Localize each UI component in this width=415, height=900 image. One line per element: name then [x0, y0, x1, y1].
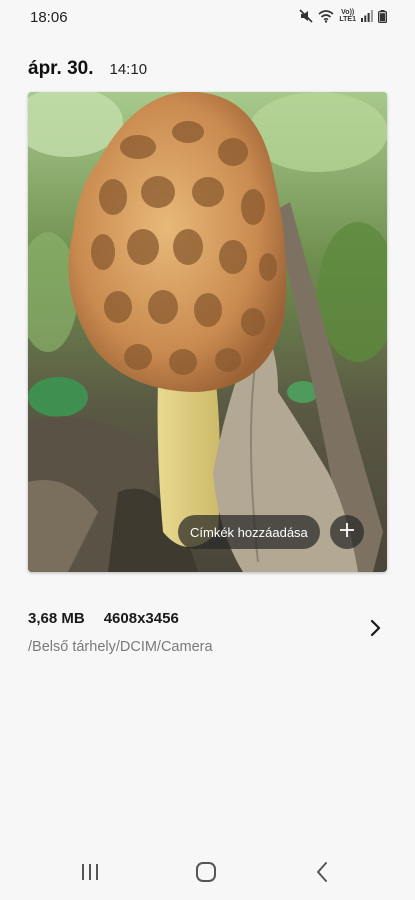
file-meta-row: 3,68 MB 4608x3456 — [28, 610, 388, 627]
status-bar: 18:06 Vo)) LTE1 — [0, 0, 415, 36]
network-label: Vo)) LTE1 — [339, 9, 356, 23]
file-resolution: 4608x3456 — [103, 610, 179, 627]
back-button[interactable] — [307, 858, 337, 886]
status-time: 18:06 — [30, 9, 68, 26]
photo-date: ápr. 30. — [28, 58, 94, 79]
file-info[interactable]: 3,68 MB 4608x3456 /Belső tárhely/DCIM/Ca… — [28, 610, 388, 655]
mute-icon — [299, 9, 313, 23]
photo-time: 14:10 — [109, 61, 148, 78]
add-tags-label: Címkék hozzáadása — [190, 524, 308, 540]
back-icon — [307, 862, 337, 890]
status-icons: Vo)) LTE1 — [299, 9, 387, 23]
navigation-bar — [0, 844, 415, 900]
add-tags-button[interactable]: Címkék hozzáadása — [178, 515, 320, 549]
recents-icon — [75, 864, 105, 890]
plus-icon — [340, 522, 354, 542]
network-label-bottom: LTE1 — [339, 16, 356, 23]
add-tag-plus-button[interactable] — [330, 515, 364, 549]
date-header: ápr. 30. 14:10 — [28, 58, 147, 80]
file-size: 3,68 MB — [28, 610, 85, 627]
signal-icon — [361, 10, 373, 22]
chevron-right-icon — [366, 619, 386, 643]
details-button[interactable] — [366, 617, 386, 639]
battery-icon — [378, 9, 387, 23]
morel-mushroom-photo[interactable] — [28, 92, 387, 572]
network-label-top: Vo)) — [341, 9, 355, 16]
home-button[interactable] — [191, 858, 221, 886]
wifi-icon — [318, 9, 334, 23]
home-icon — [191, 862, 221, 890]
recents-button[interactable] — [75, 858, 105, 886]
file-path: /Belső tárhely/DCIM/Camera — [28, 639, 213, 655]
